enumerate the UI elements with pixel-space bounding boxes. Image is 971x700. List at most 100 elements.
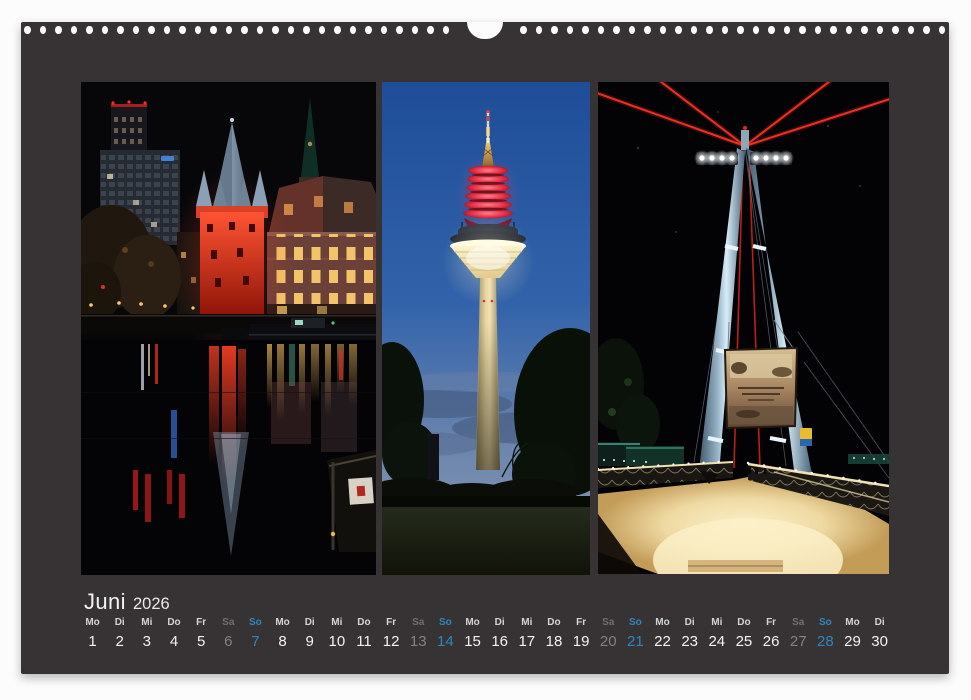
year-label: 2026	[133, 595, 170, 613]
binding-hole	[551, 26, 557, 34]
date-number: 17	[513, 633, 540, 651]
calendar-day-23: Di23	[676, 617, 703, 651]
binding-hole	[737, 26, 743, 34]
binding-hole	[24, 26, 30, 34]
binding-hole	[753, 26, 759, 34]
calendar-day-15: Mo 15	[459, 617, 486, 651]
weekday-label: Do	[160, 617, 187, 629]
weekday-label: Mo	[79, 617, 106, 629]
binding-hole	[520, 26, 526, 34]
weekday-label: Do	[350, 617, 377, 629]
calendar-day-9: Di 9	[296, 617, 323, 651]
pier-structure	[327, 450, 376, 552]
hanger-notch	[467, 22, 503, 39]
binding-hole	[133, 26, 139, 34]
binding-hole	[288, 26, 294, 34]
date-number: 27	[785, 633, 812, 651]
binding-hole	[71, 26, 77, 34]
calendar-day-16: Di 16	[486, 617, 513, 651]
binding-hole	[660, 26, 666, 34]
binding-hole	[908, 26, 914, 34]
weekday-label: Mi	[133, 617, 160, 629]
calendar-day-26: Fr26	[758, 617, 785, 651]
calendar-day-22: Mo22	[649, 617, 676, 651]
binding-hole	[86, 26, 92, 34]
binding-hole	[892, 26, 898, 34]
binding-hole	[582, 26, 588, 34]
date-number: 16	[486, 633, 513, 651]
date-number: 15	[459, 633, 486, 651]
date-number: 4	[160, 633, 187, 651]
date-number: 13	[405, 633, 432, 651]
binding-hole	[365, 26, 371, 34]
calendar-day-5: Fr5	[188, 617, 215, 651]
weekday-label: Di	[106, 617, 133, 629]
binding-hole	[148, 26, 154, 34]
date-number: 1	[79, 633, 106, 651]
calendar-day-11: Do 11	[350, 617, 377, 651]
binding-hole	[350, 26, 356, 34]
calendar-day-21: So21	[622, 617, 649, 651]
calendar-day-13: Sa13	[405, 617, 432, 651]
binding-hole	[164, 26, 170, 34]
date-number: 20	[595, 633, 622, 651]
weekday-label: Mi	[323, 617, 350, 629]
weekday-label: Do	[540, 617, 567, 629]
date-number: 29	[839, 633, 866, 651]
date-number: 12	[378, 633, 405, 651]
date-number: 3	[133, 633, 160, 651]
calendar-day-10: Mi10	[323, 617, 350, 651]
binding-hole	[319, 26, 325, 34]
weekday-label: Sa	[785, 617, 812, 629]
date-number: 19	[568, 633, 595, 651]
photo-suspension-bridge-night	[598, 82, 889, 574]
calendar-day-3: Mi 3	[133, 617, 160, 651]
date-number: 30	[866, 633, 893, 651]
calendar-day-27: Sa 27	[785, 617, 812, 651]
weekday-label: So	[622, 617, 649, 629]
binding-hole	[303, 26, 309, 34]
photo-tv-tower-art	[382, 82, 590, 575]
calendar-day-19: Fr19	[568, 617, 595, 651]
binding-hole	[613, 26, 619, 34]
weekday-label: Sa	[595, 617, 622, 629]
calendar-day-14: So14	[432, 617, 459, 651]
date-number: 11	[350, 633, 377, 651]
binding-hole	[722, 26, 728, 34]
weekday-label: Fr	[378, 617, 405, 629]
weekday-label: Di	[296, 617, 323, 629]
weekday-label: Di	[486, 617, 513, 629]
calendar-day-4: Do 4	[160, 617, 187, 651]
binding-hole	[846, 26, 852, 34]
binding-hole	[706, 26, 712, 34]
binding-hole	[877, 26, 883, 34]
binding-hole	[675, 26, 681, 34]
calendar-day-7: So7	[242, 617, 269, 651]
calendar-day-24: Mi24	[703, 617, 730, 651]
binding-hole	[629, 26, 635, 34]
binding-hole	[939, 26, 945, 34]
calendar-day-8: Mo8	[269, 617, 296, 651]
photo-old-town-art	[81, 82, 376, 575]
calendar-day-1: Mo 1	[79, 617, 106, 651]
binding-hole	[784, 26, 790, 34]
weekday-label: Mo	[459, 617, 486, 629]
binding-hole	[861, 26, 867, 34]
calendar-page: Juni2026 Mo1Di2Mi3Do4Fr5Sa6So7Mo8Di9Mi10…	[21, 22, 949, 674]
binding-hole	[598, 26, 604, 34]
weekday-label: So	[432, 617, 459, 629]
binding-hole	[117, 26, 123, 34]
calendar-day-29: Mo29	[839, 617, 866, 651]
binding-hole	[536, 26, 542, 34]
binding-hole	[567, 26, 573, 34]
binding-hole	[257, 26, 263, 34]
calendar-day-17: Mi17	[513, 617, 540, 651]
binding-hole	[923, 26, 929, 34]
weekday-label: Do	[730, 617, 757, 629]
binding-hole	[412, 26, 418, 34]
binding-hole	[272, 26, 278, 34]
binding-hole	[427, 26, 433, 34]
weekday-label: Sa	[215, 617, 242, 629]
date-number: 7	[242, 633, 269, 651]
date-number: 9	[296, 633, 323, 651]
